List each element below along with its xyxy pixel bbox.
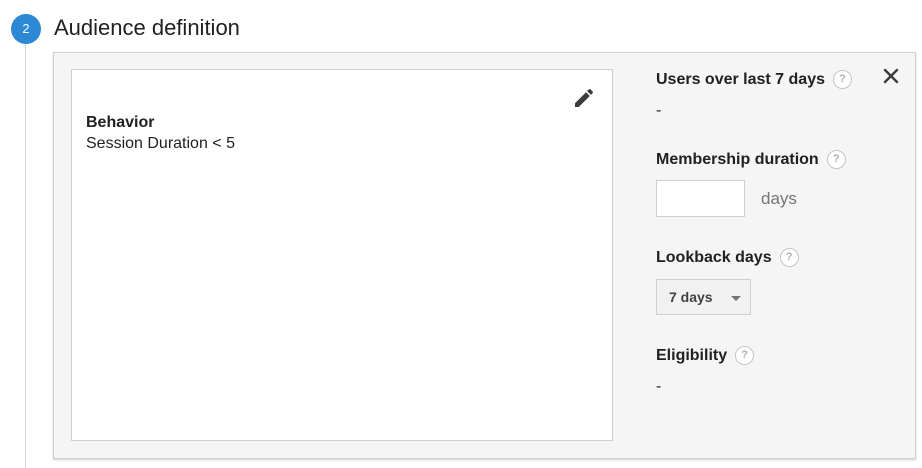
users-value: - <box>656 102 662 119</box>
condition-rule: Session Duration < 5 <box>86 135 235 152</box>
step-connector-line <box>25 44 26 468</box>
help-icon[interactable]: ? <box>826 150 846 169</box>
chevron-down-icon <box>731 296 741 301</box>
close-icon[interactable] <box>882 67 900 85</box>
lookback-days-dropdown[interactable]: 7 days <box>656 279 751 315</box>
users-label: Users over last 7 days ? <box>656 70 852 89</box>
eligibility-value: - <box>656 378 662 395</box>
help-icon[interactable]: ? <box>833 70 852 89</box>
eligibility-label-text: Eligibility <box>656 346 728 364</box>
condition-category: Behavior <box>86 114 155 131</box>
membership-duration-label: Membership duration ? <box>656 150 846 169</box>
eligibility-label: Eligibility ? <box>656 346 755 365</box>
lookback-days-label: Lookback days ? <box>656 248 799 267</box>
lookback-days-label-text: Lookback days <box>656 248 772 266</box>
section-title: Audience definition <box>54 15 240 40</box>
step-number-badge: 2 <box>11 14 41 44</box>
membership-duration-label-text: Membership duration <box>656 150 819 168</box>
pencil-icon[interactable] <box>572 86 596 110</box>
membership-duration-unit: days <box>761 189 797 208</box>
users-label-text: Users over last 7 days <box>656 70 825 88</box>
membership-duration-input[interactable] <box>656 180 745 217</box>
definition-card[interactable]: Behavior Session Duration < 5 <box>71 69 613 441</box>
help-icon[interactable]: ? <box>735 346 755 365</box>
help-icon[interactable]: ? <box>779 248 799 267</box>
lookback-days-selected: 7 days <box>669 289 713 305</box>
audience-definition-panel: Behavior Session Duration < 5 Users over… <box>53 52 916 459</box>
